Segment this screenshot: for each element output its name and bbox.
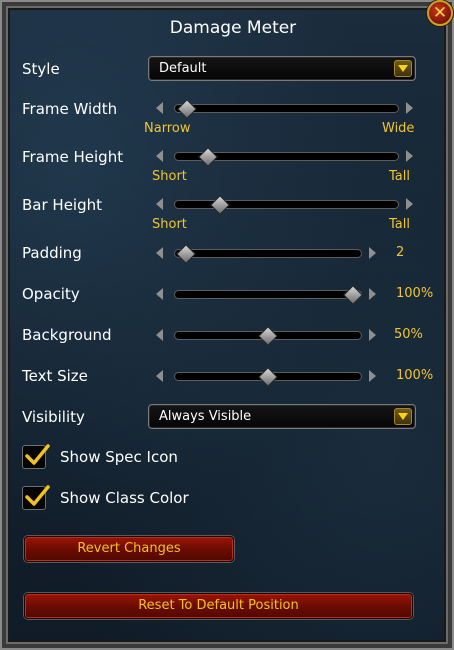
frame-height-label: Frame Height bbox=[22, 148, 124, 166]
frame-height-max-label: Tall bbox=[389, 169, 410, 184]
background-decrease-arrow-icon[interactable] bbox=[154, 328, 164, 342]
chevron-down-icon bbox=[398, 413, 408, 420]
frame-width-min-label: Narrow bbox=[144, 121, 191, 136]
show-spec-icon-label: Show Spec Icon bbox=[60, 448, 178, 466]
close-button[interactable]: ✕ bbox=[427, 0, 453, 26]
bar-height-increase-arrow-icon[interactable] bbox=[405, 197, 415, 211]
checkmark-icon bbox=[25, 485, 50, 506]
padding-slider-track[interactable] bbox=[174, 249, 362, 258]
opacity-label: Opacity bbox=[22, 285, 80, 303]
background-value: 50% bbox=[394, 327, 423, 342]
frame-width-slider-track[interactable] bbox=[174, 104, 399, 113]
padding-value: 2 bbox=[396, 245, 405, 260]
visibility-dropdown-value: Always Visible bbox=[159, 409, 252, 424]
visibility-dropdown-toggle[interactable] bbox=[394, 408, 412, 425]
style-dropdown[interactable]: Default bbox=[148, 56, 416, 81]
text-size-decrease-arrow-icon[interactable] bbox=[154, 369, 164, 383]
opacity-value: 100% bbox=[396, 286, 434, 301]
style-dropdown-toggle[interactable] bbox=[394, 60, 412, 77]
window-title: Damage Meter bbox=[169, 18, 297, 38]
padding-decrease-arrow-icon[interactable] bbox=[154, 246, 164, 260]
checkmark-icon bbox=[25, 444, 50, 465]
text-size-increase-arrow-icon[interactable] bbox=[368, 369, 378, 383]
padding-increase-arrow-icon[interactable] bbox=[368, 246, 378, 260]
show-class-color-checkbox[interactable] bbox=[22, 485, 50, 510]
visibility-label: Visibility bbox=[22, 408, 85, 426]
bar-height-slider-track[interactable] bbox=[174, 200, 399, 209]
frame-height-decrease-arrow-icon[interactable] bbox=[154, 149, 164, 163]
padding-label: Padding bbox=[22, 244, 82, 262]
opacity-slider-track[interactable] bbox=[174, 290, 362, 299]
frame-width-label: Frame Width bbox=[22, 100, 118, 118]
frame-width-decrease-arrow-icon[interactable] bbox=[154, 101, 164, 115]
reset-to-default-position-button[interactable]: Reset To Default Position bbox=[24, 593, 413, 619]
frame-width-increase-arrow-icon[interactable] bbox=[405, 101, 415, 115]
style-dropdown-value: Default bbox=[159, 61, 207, 76]
text-size-label: Text Size bbox=[22, 367, 88, 385]
visibility-dropdown[interactable]: Always Visible bbox=[148, 404, 416, 429]
bar-height-max-label: Tall bbox=[389, 217, 410, 232]
opacity-increase-arrow-icon[interactable] bbox=[368, 287, 378, 301]
style-label: Style bbox=[22, 60, 60, 78]
revert-changes-button[interactable]: Revert Changes bbox=[24, 536, 234, 562]
background-increase-arrow-icon[interactable] bbox=[368, 328, 378, 342]
text-size-value: 100% bbox=[396, 368, 434, 383]
chevron-down-icon bbox=[398, 65, 408, 72]
show-spec-icon-checkbox[interactable] bbox=[22, 444, 50, 469]
bar-height-label: Bar Height bbox=[22, 196, 103, 214]
frame-height-increase-arrow-icon[interactable] bbox=[405, 149, 415, 163]
frame-height-min-label: Short bbox=[152, 169, 187, 184]
close-icon: ✕ bbox=[432, 3, 448, 23]
frame-width-max-label: Wide bbox=[382, 121, 415, 136]
background-label: Background bbox=[22, 326, 112, 344]
opacity-decrease-arrow-icon[interactable] bbox=[154, 287, 164, 301]
bar-height-decrease-arrow-icon[interactable] bbox=[154, 197, 164, 211]
show-class-color-label: Show Class Color bbox=[60, 489, 189, 507]
bar-height-min-label: Short bbox=[152, 217, 187, 232]
